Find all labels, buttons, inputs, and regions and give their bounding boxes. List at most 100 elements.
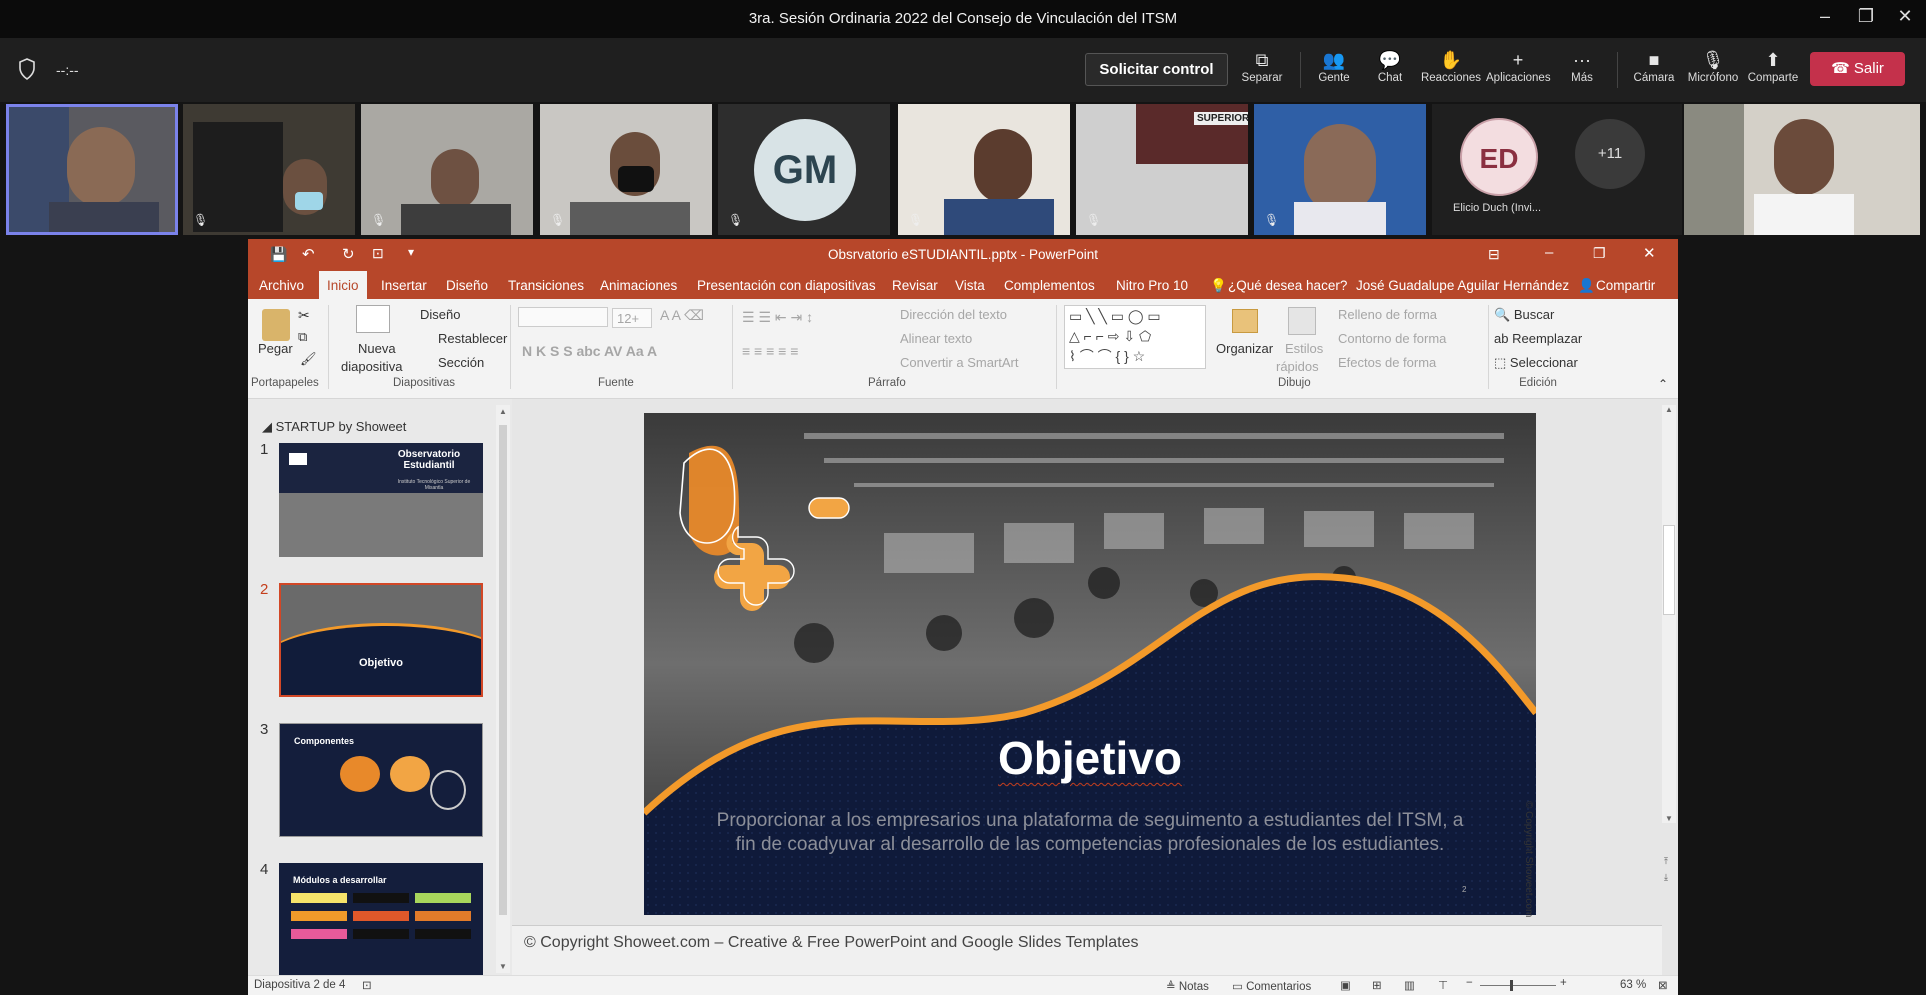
scroll-up-icon[interactable]: ▲ <box>499 407 507 416</box>
participant-tile[interactable]: 🎙 <box>898 104 1070 235</box>
tab-vista[interactable]: Vista <box>955 278 985 293</box>
participant-tile[interactable]: 🎙 <box>361 104 533 235</box>
layout-button[interactable]: Diseño <box>420 307 460 322</box>
zoom-in-icon[interactable]: + <box>1560 977 1567 989</box>
slide-thumb-3[interactable]: Componentes <box>279 723 483 837</box>
participant-tile[interactable]: ED Elicio Duch (Invi... <box>1432 104 1572 235</box>
overflow-tile[interactable]: +11 <box>1572 104 1682 235</box>
restore-icon[interactable]: ❐ <box>1593 245 1606 262</box>
slide-title[interactable]: Objetivo <box>644 731 1536 785</box>
participant-tile[interactable]: 🎙 <box>183 104 355 235</box>
close-icon[interactable]: ✕ <box>1643 244 1656 262</box>
participant-tile[interactable]: 🎙 <box>1254 104 1426 235</box>
restore-icon[interactable]: ❐ <box>1851 6 1881 27</box>
align-icons[interactable]: ≡ ≡ ≡ ≡ ≡ <box>742 343 798 359</box>
quick-styles-button[interactable]: Estilos <box>1285 341 1323 356</box>
separate-button[interactable]: ⧉ Separar <box>1230 48 1294 84</box>
cut-icon[interactable]: ✂ <box>298 307 310 324</box>
reading-view-icon[interactable]: ▥ <box>1404 978 1415 992</box>
slide-sorter-icon[interactable]: ⊞ <box>1372 978 1382 992</box>
arrange-button[interactable]: Organizar <box>1216 341 1273 356</box>
apps-button[interactable]: + Aplicaciones <box>1486 48 1551 84</box>
tab-inicio[interactable]: Inicio <box>319 271 367 299</box>
shape-effects-button[interactable]: Efectos de forma <box>1338 355 1436 370</box>
tab-presentacion[interactable]: Presentación con diapositivas <box>697 278 876 293</box>
replace-button[interactable]: ab Reemplazar <box>1494 331 1582 346</box>
tab-nitro[interactable]: Nitro Pro 10 <box>1116 278 1188 293</box>
tab-revisar[interactable]: Revisar <box>892 278 938 293</box>
close-icon[interactable]: ✕ <box>1890 6 1920 27</box>
shapes-gallery[interactable]: ▭ ╲ ╲ ▭ ◯ ▭ △ ⌐ ⌐ ⇨ ⇩ ⬠ ⌇ ⌒ ⌒ { } ☆ <box>1064 305 1206 369</box>
grow-font-icon[interactable]: A A ⌫ <box>660 307 704 324</box>
list-icons[interactable]: ☰ ☰ ⇤ ⇥ ↕ <box>742 309 813 326</box>
scroll-thumb[interactable] <box>499 425 507 915</box>
more-button[interactable]: ··· Más <box>1550 48 1614 84</box>
zoom-level[interactable]: 63 % <box>1620 979 1646 991</box>
copy-icon[interactable]: ⧉ <box>298 329 307 345</box>
request-control-button[interactable]: Solicitar control <box>1085 53 1228 86</box>
ribbon-display-icon[interactable]: ⊟ <box>1488 246 1500 263</box>
tab-diseno[interactable]: Diseño <box>446 278 488 293</box>
fit-slide-icon[interactable]: ⊠ <box>1658 978 1668 992</box>
font-name-input[interactable] <box>518 307 608 327</box>
participant-tile[interactable]: 🎙 <box>540 104 712 235</box>
select-button[interactable]: ⬚ Seleccionar <box>1494 355 1578 371</box>
participant-tile[interactable] <box>6 104 178 235</box>
zoom-out-icon[interactable]: − <box>1466 977 1473 989</box>
user-name[interactable]: José Guadalupe Aguilar Hernández <box>1356 278 1569 293</box>
reset-button[interactable]: Restablecer <box>438 331 507 346</box>
scroll-up-icon[interactable]: ▲ <box>1665 405 1673 414</box>
align-text-button[interactable]: Alinear texto <box>900 331 972 346</box>
minimize-icon[interactable]: – <box>1545 244 1553 261</box>
paste-button[interactable]: Pegar <box>258 341 293 356</box>
zoom-slider[interactable] <box>1480 985 1556 986</box>
font-size-input[interactable]: 12+ <box>612 308 652 328</box>
quick-styles-label[interactable]: rápidos <box>1276 359 1319 374</box>
camera-button[interactable]: ■ Cámara <box>1622 48 1686 84</box>
editor-scrollbar[interactable]: ▲ ▼ <box>1662 405 1676 823</box>
scroll-thumb[interactable] <box>1663 525 1675 615</box>
prev-next-slide-icons[interactable]: ⤒ ⤓ <box>1664 853 1668 885</box>
comments-button[interactable]: ▭ Comentarios <box>1232 979 1311 993</box>
thumbs-scrollbar[interactable]: ▲ ▼ <box>496 405 510 973</box>
tab-insertar[interactable]: Insertar <box>381 278 427 293</box>
normal-view-icon[interactable]: ▣ <box>1340 978 1351 992</box>
share-ppt-button[interactable]: Compartir <box>1596 278 1655 293</box>
tab-complementos[interactable]: Complementos <box>1004 278 1095 293</box>
leave-button[interactable]: ☎ Salir <box>1810 52 1905 86</box>
reactions-button[interactable]: ✋ Reacciones <box>1419 48 1483 84</box>
font-format-icons[interactable]: N K S S abc AV Aa A <box>522 343 657 359</box>
notes-button[interactable]: ≜ Notas <box>1166 979 1209 993</box>
new-slide-button[interactable]: Nueva <box>358 341 396 356</box>
microphone-button[interactable]: 🎙 Micrófono <box>1681 48 1745 84</box>
participant-tile[interactable]: SUPERIOR 🎙 <box>1076 104 1248 235</box>
text-direction-button[interactable]: Dirección del texto <box>900 307 1007 322</box>
spellcheck-icon[interactable]: ⊡ <box>362 978 372 992</box>
tab-archivo[interactable]: Archivo <box>259 278 304 293</box>
slide-thumb-2[interactable]: Objetivo <box>279 583 483 697</box>
section-button[interactable]: Sección <box>438 355 484 370</box>
chat-button[interactable]: 💬 Chat <box>1358 48 1422 84</box>
participant-tile[interactable]: GM 🎙 <box>718 104 890 235</box>
tell-me-box[interactable]: ¿Qué desea hacer? <box>1228 278 1347 293</box>
shape-fill-button[interactable]: Relleno de forma <box>1338 307 1437 322</box>
section-header[interactable]: ◢ STARTUP by Showeet <box>262 419 406 435</box>
people-button[interactable]: 👥 Gente <box>1302 48 1366 84</box>
tab-animaciones[interactable]: Animaciones <box>600 278 677 293</box>
tab-transiciones[interactable]: Transiciones <box>508 278 584 293</box>
slide-thumb-4[interactable]: Módulos a desarrollar <box>279 863 483 977</box>
zoom-slider-thumb[interactable] <box>1510 980 1513 991</box>
slide-body[interactable]: Proporcionar a los empresarios una plata… <box>714 809 1466 857</box>
smartart-button[interactable]: Convertir a SmartArt <box>900 355 1018 370</box>
collapse-ribbon-icon[interactable]: ⌃ <box>1658 377 1668 391</box>
scroll-down-icon[interactable]: ▼ <box>499 962 507 971</box>
slideshow-icon[interactable]: ⊤ <box>1438 978 1448 992</box>
search-button[interactable]: 🔍 Buscar <box>1494 307 1554 323</box>
share-button[interactable]: ⬆ Comparte <box>1741 48 1805 84</box>
current-slide[interactable]: Objetivo Proporcionar a los empresarios … <box>644 413 1536 915</box>
slide-thumb-1[interactable]: Observatorio Estudiantil Instituto Tecno… <box>279 443 483 557</box>
participant-tile[interactable] <box>1684 104 1920 235</box>
minimize-icon[interactable]: – <box>1810 6 1840 27</box>
notes-pane[interactable]: © Copyright Showeet.com – Creative & Fre… <box>512 925 1662 975</box>
new-slide-label[interactable]: diapositiva <box>341 359 402 374</box>
